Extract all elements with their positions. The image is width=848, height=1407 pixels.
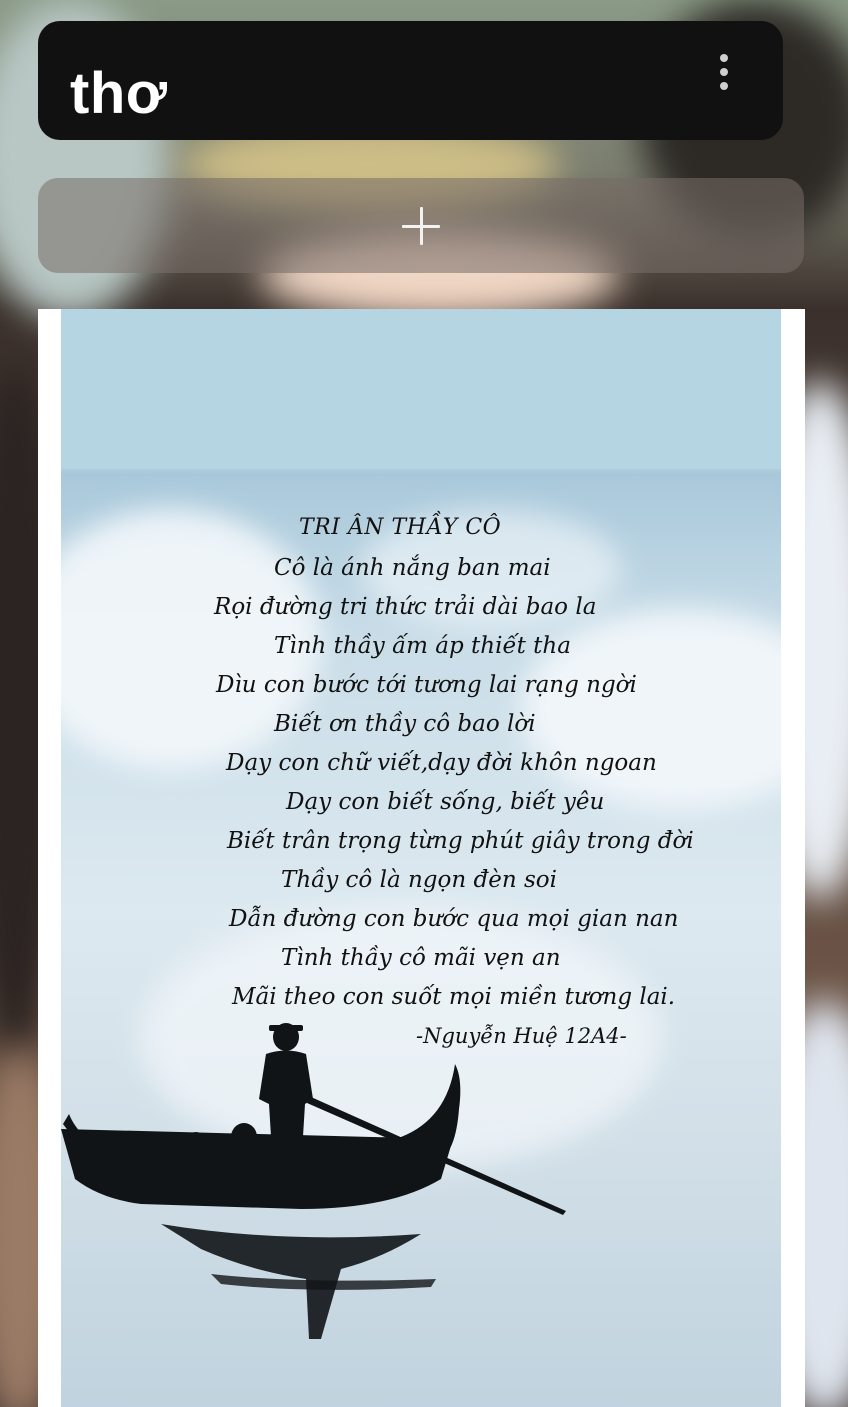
poem-line: Tình thầy cô mãi vẹn an [281,945,561,971]
more-vertical-icon[interactable] [706,47,742,97]
poem-line: Dìu con bước tới tương lai rạng ngời [216,672,637,698]
note-title[interactable]: thơ [70,65,167,123]
poem-line: Dẫn đường con bước qua mọi gian nan [229,906,679,932]
boat-silhouette [61,1023,566,1339]
add-item-button[interactable] [38,178,804,273]
poem-line: Mãi theo con suốt mọi miền tương lai. [232,984,676,1010]
poem-line: Cô là ánh nắng ban mai [274,555,551,581]
poem-line: Biết ơn thầy cô bao lời [274,711,536,737]
poem-title: TRI ÂN THẦY CÔ [299,515,502,540]
poem-line: Thầy cô là ngọn đèn soi [281,867,557,893]
poem-line: Rọi đường tri thức trải dài bao la [214,594,597,620]
poem-line: Biết trân trọng từng phút giây trong đời [227,828,694,854]
poem-line: Dạy con chữ viết,dạy đời khôn ngoan [226,750,657,776]
poem-image: TRI ÂN THẦY CÔ Cô là ánh nắng ban mai Rọ… [61,309,781,1407]
note-header-bar: thơ [38,21,783,140]
image-card[interactable]: TRI ÂN THẦY CÔ Cô là ánh nắng ban mai Rọ… [38,309,805,1407]
poem-line: Dạy con biết sống, biết yêu [286,789,605,815]
sky-band [61,309,781,469]
plus-icon [402,206,440,245]
poem-line: Tình thầy ấm áp thiết tha [274,633,571,659]
